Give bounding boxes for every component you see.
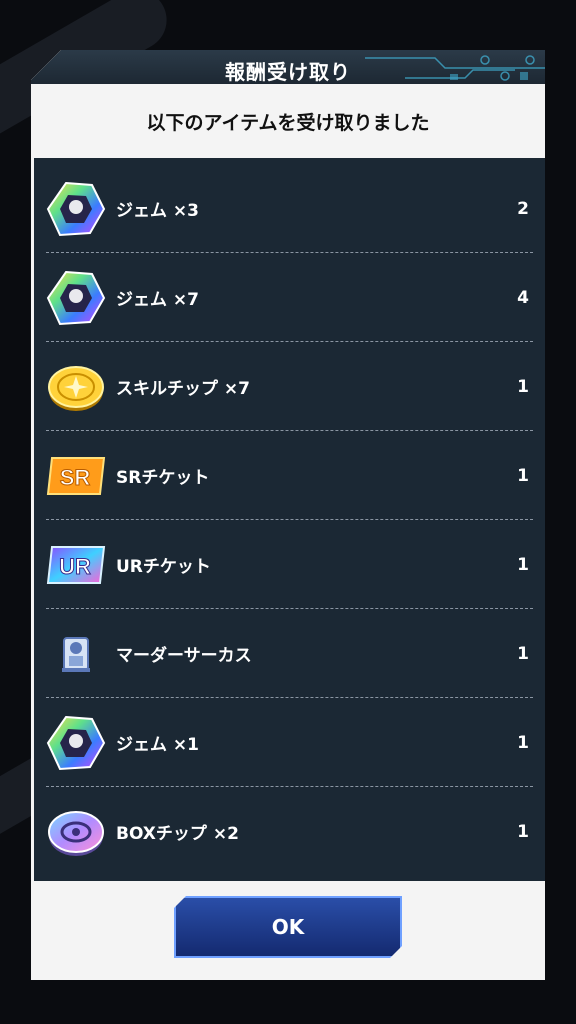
list-item: BOXチップ ×2 1 — [46, 787, 533, 876]
item-name: URチケット — [116, 557, 211, 577]
item-name: マーダーサーカス — [116, 646, 252, 666]
list-item: UR URチケット 1 — [46, 520, 533, 609]
item-name: ジェム ×7 — [116, 290, 199, 310]
item-count: 1 — [517, 643, 529, 664]
reward-list[interactable]: ジェム ×3 2 ジェム ×7 4 スキルチップ ×7 1 SR SRチケット … — [34, 158, 545, 881]
item-count: 1 — [517, 821, 529, 842]
card-character-icon — [62, 636, 90, 672]
item-name: BOXチップ ×2 — [116, 824, 239, 844]
list-item: ジェム ×3 2 — [46, 164, 533, 253]
gem-icon — [46, 181, 106, 236]
item-name: ジェム ×3 — [116, 201, 199, 221]
gem-icon — [46, 270, 106, 325]
ur-ticket-icon: UR — [46, 545, 106, 584]
list-item: ジェム ×1 1 — [46, 698, 533, 787]
dialog-subtitle: 以下のアイテムを受け取りました — [146, 112, 430, 134]
item-name: ジェム ×1 — [116, 735, 199, 755]
list-item: SR SRチケット 1 — [46, 431, 533, 520]
dialog-title: 報酬受け取り — [225, 60, 351, 84]
gem-icon — [46, 715, 106, 770]
item-count: 2 — [517, 198, 529, 219]
list-item: ジェム ×7 4 — [46, 253, 533, 342]
item-name: SRチケット — [116, 468, 210, 488]
reward-dialog: 報酬受け取り 以下のアイテムを受け取りました ジェム ×3 2 ジェム ×7 4… — [31, 50, 545, 980]
list-item: マーダーサーカス 1 — [46, 609, 533, 698]
sr-ticket-label: SR — [60, 465, 91, 490]
item-count: 1 — [517, 465, 529, 486]
item-count: 1 — [517, 376, 529, 397]
dialog-header: 報酬受け取り — [31, 50, 545, 84]
ok-button[interactable]: OK — [174, 896, 402, 958]
item-name: スキルチップ ×7 — [116, 379, 250, 399]
item-count: 4 — [517, 287, 529, 308]
box-chip-icon — [48, 810, 104, 856]
sr-ticket-icon: SR — [46, 456, 106, 495]
skill-chip-icon — [48, 365, 104, 411]
item-count: 1 — [517, 732, 529, 753]
ur-ticket-label: UR — [59, 554, 91, 579]
list-item: スキルチップ ×7 1 — [46, 342, 533, 431]
item-count: 1 — [517, 554, 529, 575]
